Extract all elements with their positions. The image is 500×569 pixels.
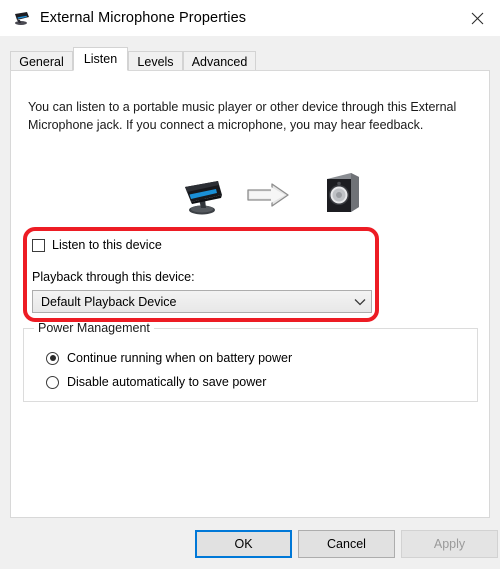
ok-button[interactable]: OK [195, 530, 292, 558]
apply-button: Apply [401, 530, 498, 558]
ok-button-label: OK [234, 537, 253, 551]
signal-flow-illustration [161, 169, 381, 223]
cancel-button-label: Cancel [327, 537, 366, 551]
close-icon[interactable] [454, 0, 500, 36]
playback-device-select[interactable]: Default Playback Device [32, 290, 372, 313]
tab-advanced[interactable]: Advanced [183, 51, 256, 71]
cancel-button[interactable]: Cancel [298, 530, 395, 558]
tab-strip: General Listen Levels Advanced [10, 47, 490, 71]
listen-to-device-checkbox[interactable] [32, 238, 45, 252]
tab-listen-label: Listen [83, 52, 118, 66]
radio-continue-running-row[interactable]: Continue running when on battery power [46, 351, 292, 365]
speaker-icon [317, 169, 365, 219]
tab-content-panel: You can listen to a portable music playe… [10, 70, 490, 518]
radio-continue-running-label: Continue running when on battery power [67, 351, 293, 365]
listen-to-device-row[interactable]: Listen to this device [32, 238, 162, 252]
properties-dialog: External Microphone Properties General L… [0, 0, 500, 569]
dialog-button-bar: OK Cancel Apply [0, 530, 500, 558]
power-management-legend: Power Management [34, 321, 154, 335]
right-arrow-icon [246, 181, 290, 209]
apply-button-label: Apply [433, 537, 466, 551]
radio-continue-running[interactable] [46, 351, 59, 365]
title-bar: External Microphone Properties [0, 0, 500, 36]
tab-advanced-label: Advanced [191, 54, 248, 69]
tab-levels-label: Levels [137, 54, 174, 69]
description-text: You can listen to a portable music playe… [28, 100, 457, 132]
microphone-device-icon [11, 10, 31, 26]
radio-disable-automatically-row[interactable]: Disable automatically to save power [46, 375, 266, 389]
window-title: External Microphone Properties [40, 10, 247, 26]
listen-to-device-label: Listen to this device [52, 238, 162, 252]
radio-disable-automatically-label: Disable automatically to save power [67, 375, 267, 389]
chevron-down-icon[interactable] [349, 298, 371, 306]
playback-device-value: Default Playback Device [41, 294, 177, 309]
radio-disable-automatically[interactable] [46, 375, 59, 389]
playback-device-label: Playback through this device: [32, 270, 195, 284]
microphone-icon [178, 171, 226, 219]
tab-listen[interactable]: Listen [73, 47, 128, 71]
tab-general[interactable]: General [10, 51, 73, 71]
tab-levels[interactable]: Levels [128, 51, 183, 71]
tab-general-label: General [19, 54, 64, 69]
power-management-group: Power Management Continue running when o… [23, 321, 478, 402]
